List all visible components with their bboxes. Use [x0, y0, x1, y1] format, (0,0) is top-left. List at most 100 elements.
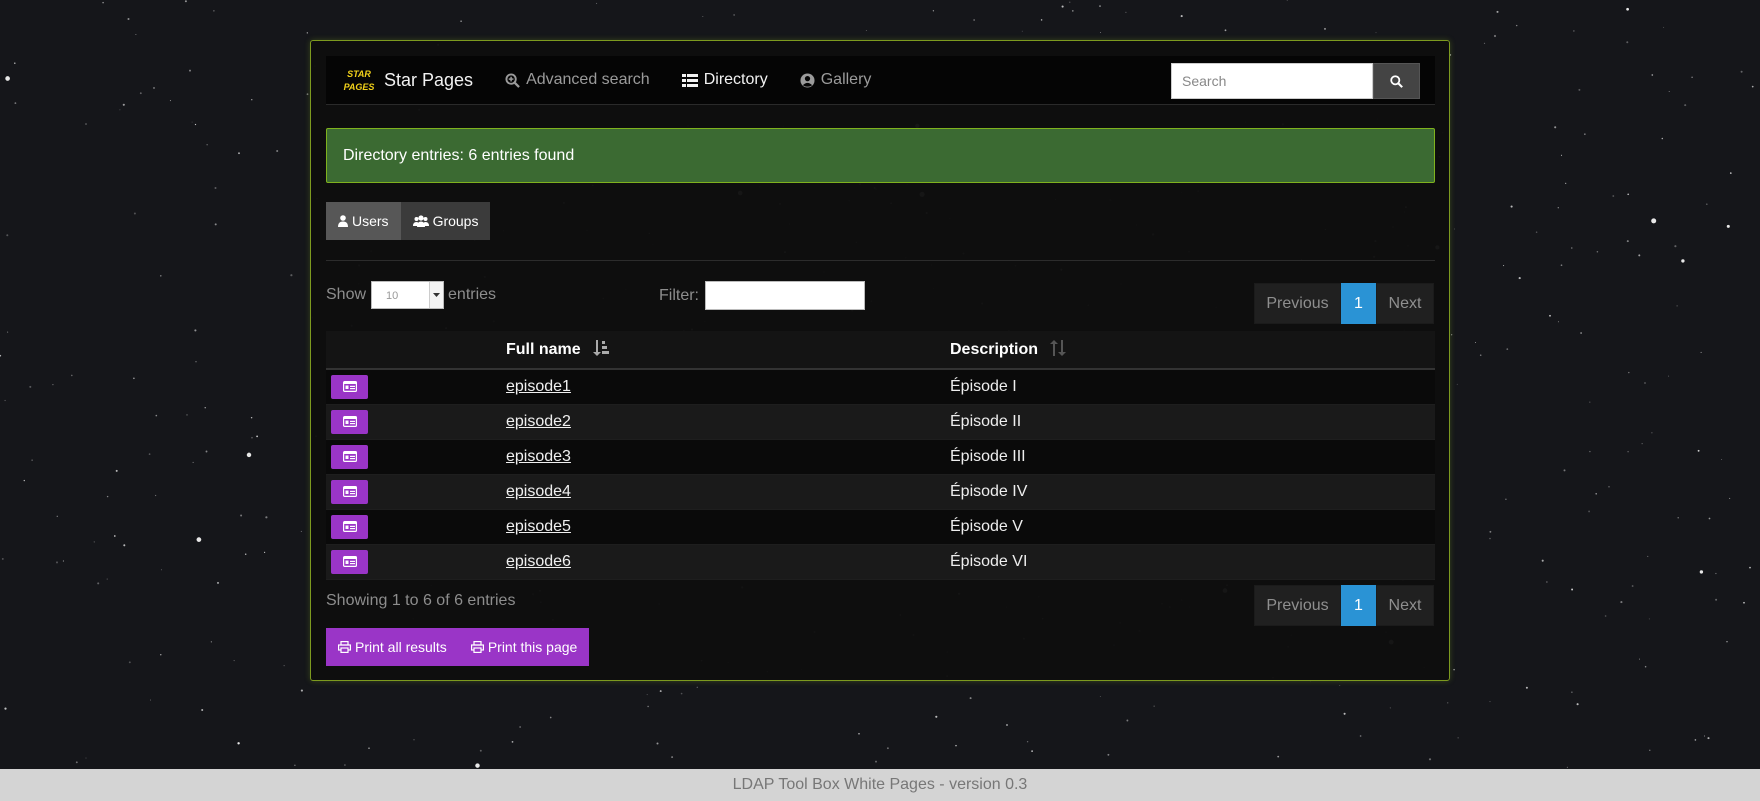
- star: [1286, 0, 1288, 1]
- id-card-icon: [342, 521, 357, 532]
- view-card-button[interactable]: [331, 444, 368, 469]
- nav-advanced-search[interactable]: Advanced search: [505, 71, 650, 89]
- header-full-name-label: Full name: [506, 341, 581, 358]
- star: [1518, 277, 1521, 280]
- entry-link[interactable]: episode4: [506, 483, 571, 500]
- divider: [326, 260, 1435, 261]
- star: [875, 760, 877, 763]
- entries-per-page-select[interactable]: 10: [371, 281, 445, 309]
- star: [1638, 254, 1641, 257]
- entry-link[interactable]: episode5: [506, 518, 571, 535]
- star: [1277, 755, 1280, 758]
- star-pages-logo: STAR PAGES: [344, 69, 375, 92]
- star: [1457, 737, 1459, 739]
- print-icon: [338, 641, 351, 653]
- star: [368, 747, 370, 750]
- entry-link[interactable]: episode6: [506, 553, 571, 570]
- page-1-button[interactable]: 1: [1341, 283, 1376, 324]
- star: [1626, 7, 1629, 11]
- star: [1554, 126, 1557, 129]
- star: [1639, 658, 1640, 660]
- table-filter: Filter:: [659, 281, 865, 310]
- filter-input[interactable]: [705, 281, 865, 310]
- entry-link[interactable]: episode2: [506, 413, 571, 430]
- header-description[interactable]: Description: [950, 331, 1435, 369]
- previous-page-button[interactable]: Previous: [1254, 283, 1341, 324]
- star: [1505, 498, 1507, 500]
- print-all-results-button[interactable]: Print all results: [326, 628, 459, 666]
- header-full-name[interactable]: Full name: [506, 331, 950, 369]
- star: [133, 377, 135, 380]
- star: [1447, 702, 1449, 704]
- previous-page-button[interactable]: Previous: [1254, 585, 1341, 626]
- pagination-top: Previous 1 Next: [1254, 283, 1434, 324]
- star: [214, 223, 217, 226]
- entries-per-page-value: 10: [386, 290, 399, 302]
- entry-link[interactable]: episode1: [506, 378, 571, 395]
- star: [139, 92, 142, 95]
- brand[interactable]: STAR PAGES Star Pages: [340, 64, 473, 96]
- star: [1557, 321, 1559, 323]
- star: [1099, 695, 1101, 697]
- star: [659, 690, 662, 693]
- star: [250, 416, 253, 419]
- full-name-cell: episode1: [506, 369, 950, 404]
- view-card-button[interactable]: [331, 374, 368, 399]
- star: [479, 749, 482, 752]
- star: [106, 578, 108, 580]
- nav-directory[interactable]: Directory: [681, 71, 768, 89]
- search-button[interactable]: [1373, 63, 1420, 99]
- print-this-page-button[interactable]: Print this page: [458, 628, 590, 666]
- star: [1707, 737, 1710, 740]
- next-page-button[interactable]: Next: [1376, 585, 1434, 626]
- star: [1224, 29, 1227, 32]
- star: [127, 17, 130, 21]
- id-card-icon: [342, 486, 357, 497]
- star: [29, 385, 32, 388]
- star: [475, 763, 480, 768]
- star: [1496, 10, 1499, 13]
- star: [70, 374, 73, 377]
- star: [264, 551, 266, 554]
- view-card-button[interactable]: [331, 514, 368, 539]
- star: [1684, 104, 1687, 107]
- star: [169, 100, 171, 102]
- tab-users-label: Users: [352, 213, 389, 229]
- star: [186, 414, 188, 416]
- star: [702, 15, 704, 18]
- star: [1479, 354, 1482, 356]
- star: [1589, 450, 1591, 453]
- page-1-button[interactable]: 1: [1341, 585, 1376, 626]
- star: [1506, 348, 1509, 350]
- view-card-button[interactable]: [331, 549, 368, 574]
- star: [1489, 701, 1491, 703]
- star: [1647, 555, 1649, 557]
- row-action-cell: [326, 439, 506, 474]
- star: [969, 697, 972, 700]
- view-card-button[interactable]: [331, 479, 368, 504]
- full-name-cell: episode5: [506, 509, 950, 544]
- star: [733, 14, 735, 16]
- star: [596, 2, 598, 4]
- star: [133, 212, 136, 215]
- row-action-cell: [326, 509, 506, 544]
- star: [1573, 30, 1575, 32]
- row-action-cell: [326, 369, 506, 404]
- star: [1677, 517, 1679, 519]
- search-input[interactable]: [1171, 63, 1373, 99]
- star: [656, 742, 659, 745]
- star: [160, 275, 162, 277]
- star: [1740, 70, 1743, 73]
- view-card-button[interactable]: [331, 409, 368, 434]
- nav-advanced-search-label: Advanced search: [526, 71, 650, 88]
- star: [1541, 559, 1544, 562]
- entry-link[interactable]: episode3: [506, 448, 571, 465]
- sort-icon: [1050, 340, 1067, 356]
- star: [191, 121, 193, 123]
- next-page-button[interactable]: Next: [1376, 283, 1434, 324]
- id-card-icon: [342, 381, 357, 393]
- star: [1644, 665, 1647, 668]
- nav-gallery[interactable]: Gallery: [800, 71, 871, 89]
- tab-groups[interactable]: Groups: [400, 202, 491, 240]
- tab-users[interactable]: Users: [326, 202, 401, 240]
